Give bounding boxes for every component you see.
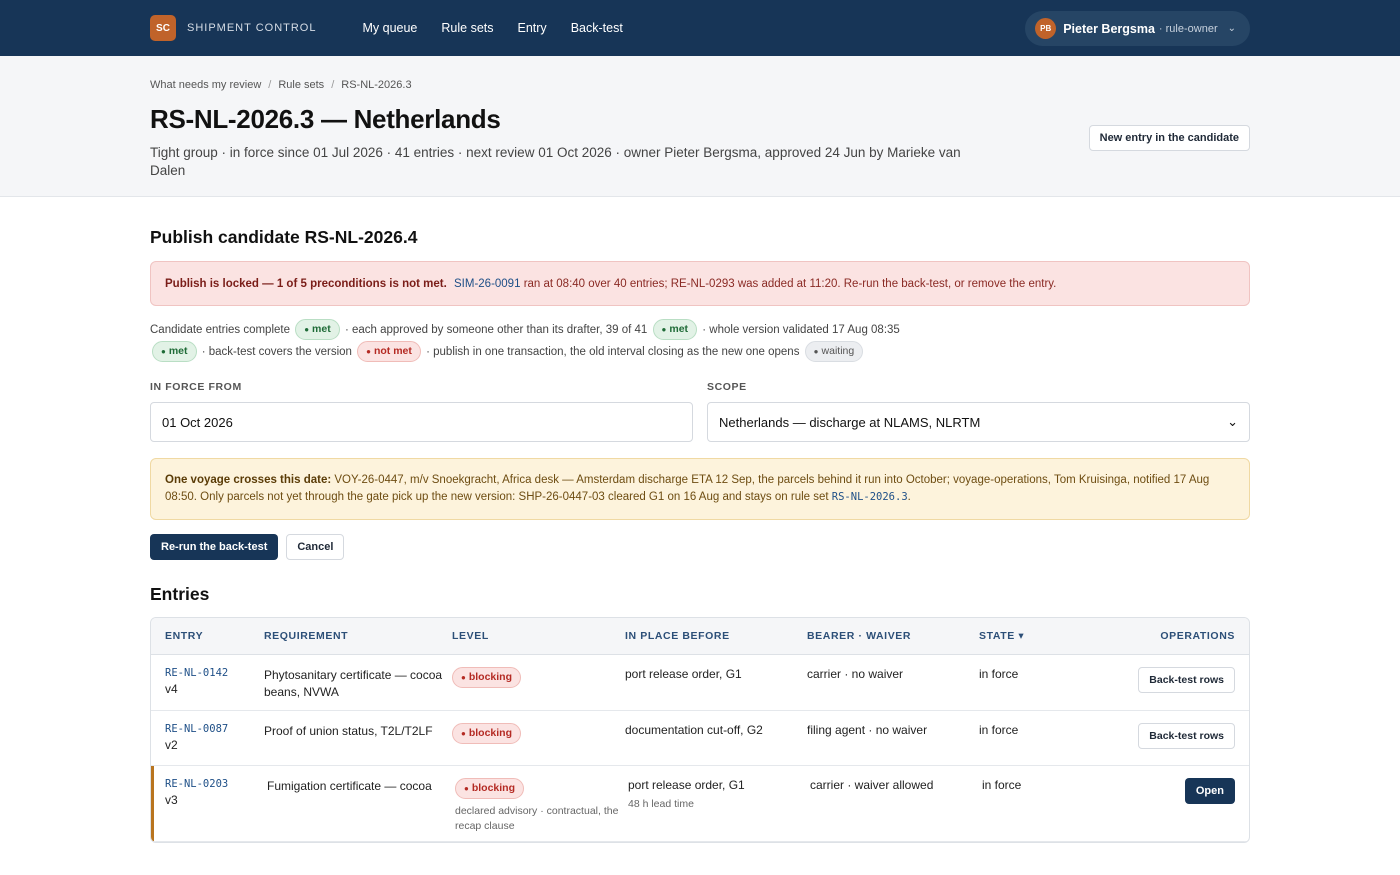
cancel-button[interactable]: Cancel [286, 534, 345, 560]
preconditions: Candidate entries complete ● met · each a… [150, 319, 920, 363]
page-subtitle: Tight group · in force since 01 Jul 2026… [150, 145, 961, 178]
entry-version: v3 [165, 793, 178, 807]
level-note: declared advisory · contractual, the rec… [455, 805, 619, 832]
avatar: PB [1035, 18, 1057, 39]
entry-bearer: carrier · waiver allowed [810, 778, 934, 792]
table-row: RE-NL-0203 v3 Fumigation certificate — co… [151, 766, 1249, 842]
col-state[interactable]: STATE ▾ [979, 630, 1099, 642]
scope-select[interactable]: Netherlands — discharge at NLAMS, NLRTM ⌄ [707, 402, 1250, 442]
col-in-place-before: IN PLACE BEFORE [625, 630, 730, 642]
scope-label: SCOPE [707, 381, 747, 393]
lead-time: 48 h lead time [628, 798, 694, 810]
level-badge: ● blocking [452, 723, 522, 744]
entry-id[interactable]: RE-NL-0203 [165, 778, 267, 790]
status-badge: ● met [152, 341, 197, 363]
col-bearer-waiver: BEARER · WAIVER [807, 630, 912, 642]
form-actions: Re-run the back-test Cancel [150, 534, 1250, 560]
entry-state: in force [979, 723, 1019, 737]
entry-before: port release order, G1 [625, 667, 742, 681]
in-force-label: IN FORCE FROM [150, 381, 242, 393]
status-badge: ● met [295, 319, 340, 341]
breadcrumb-separator: / [268, 79, 272, 91]
level-badge: ● blocking [452, 667, 522, 688]
precondition-transaction: · publish in one transaction, the old in… [426, 346, 800, 358]
alert-title: Publish is locked — 1 of 5 preconditions… [165, 277, 447, 290]
precondition-approved: · each approved by someone other than it… [344, 324, 648, 336]
app-logo: SC [150, 15, 176, 41]
warning-title: One voyage crosses this date: [165, 474, 332, 486]
open-button[interactable]: Open [1184, 778, 1235, 804]
nav-back-test[interactable]: Back-test [571, 21, 623, 35]
entry-id[interactable]: RE-NL-0142 [165, 667, 264, 679]
col-requirement: REQUIREMENT [264, 630, 349, 642]
rerun-back-test-button[interactable]: Re-run the back-test [150, 534, 279, 560]
simulation-link[interactable]: SIM-26-0091 [454, 278, 520, 290]
breadcrumb-rule-sets[interactable]: Rule sets [278, 79, 324, 91]
breadcrumb: What needs my review / Rule sets / RS-NL… [150, 79, 1250, 91]
entry-version: v4 [165, 682, 178, 696]
chevron-down-icon: ⌄ [1227, 414, 1238, 429]
entry-bearer: carrier · no waiver [807, 667, 904, 681]
status-badge: ● not met [357, 341, 421, 363]
main-content: Publish candidate RS-NL-2026.4 Publish i… [0, 227, 1400, 843]
page-header: What needs my review / Rule sets / RS-NL… [0, 56, 1400, 197]
entry-id[interactable]: RE-NL-0087 [165, 723, 264, 735]
entry-state: in force [982, 778, 1022, 792]
entry-before: port release order, G1 [628, 778, 745, 792]
entry-before: documentation cut-off, G2 [625, 723, 763, 737]
alert-text: ran at 08:40 over 40 entries; RE-NL-0293… [523, 277, 1057, 290]
in-force-input[interactable]: 01 Oct 2026 [150, 402, 693, 442]
entry-requirement: Fumigation certificate — cocoa [267, 779, 432, 793]
publish-heading: Publish candidate RS-NL-2026.4 [150, 227, 418, 247]
page-title: RS-NL-2026.3 — Netherlands [150, 104, 501, 134]
entry-state: in force [979, 667, 1019, 681]
col-level: LEVEL [452, 630, 489, 642]
publish-locked-alert: Publish is locked — 1 of 5 preconditions… [150, 261, 1250, 306]
voyage-warning: One voyage crosses this date: VOY-26-044… [150, 458, 1250, 520]
new-entry-button[interactable]: New entry in the candidate [1088, 125, 1250, 151]
precondition-back-test: · back-test covers the version [201, 346, 352, 358]
entries-table: ENTRY REQUIREMENT LEVEL IN PLACE BEFORE … [150, 617, 1250, 843]
entry-requirement: Phytosanitary certificate — cocoa beans,… [264, 668, 443, 699]
scope-field-group: SCOPE Netherlands — discharge at NLAMS, … [707, 381, 1250, 442]
chevron-down-icon: ⌄ [1227, 23, 1236, 34]
col-entry: ENTRY [165, 630, 204, 642]
table-row: RE-NL-0142 v4 Phytosanitary certificate —… [151, 655, 1249, 711]
status-badge: ● waiting [804, 341, 864, 363]
precondition-validated: · whole version validated 17 Aug 08:35 [702, 324, 900, 336]
user-menu[interactable]: PB Pieter Bergsma · rule-owner ⌄ [1025, 11, 1250, 46]
entry-bearer: filing agent · no waiver [807, 723, 928, 737]
breadcrumb-separator: / [331, 79, 335, 91]
user-role: · rule-owner [1158, 22, 1218, 35]
user-name: Pieter Bergsma [1063, 21, 1155, 36]
col-operations: OPERATIONS [1160, 630, 1235, 642]
table-row: RE-NL-0087 v2 Proof of union status, T2L/… [151, 711, 1249, 766]
entries-heading: Entries [150, 584, 210, 604]
nav-entry[interactable]: Entry [518, 21, 547, 35]
back-test-rows-button[interactable]: Back-test rows [1138, 667, 1235, 693]
main-nav: My queue Rule sets Entry Back-test [362, 21, 646, 35]
brand-name: SHIPMENT CONTROL [187, 22, 317, 34]
entry-requirement: Proof of union status, T2L/T2LF [264, 724, 433, 738]
in-force-field-group: IN FORCE FROM 01 Oct 2026 [150, 381, 693, 442]
nav-my-queue[interactable]: My queue [362, 21, 417, 35]
back-test-rows-button[interactable]: Back-test rows [1138, 723, 1235, 749]
rule-set-code: RS-NL-2026.3 [831, 491, 908, 503]
sort-desc-icon: ▾ [1018, 630, 1025, 642]
breadcrumb-current: RS-NL-2026.3 [341, 79, 412, 91]
top-bar: SC SHIPMENT CONTROL My queue Rule sets E… [0, 0, 1400, 56]
entry-version: v2 [165, 738, 178, 752]
publish-form: IN FORCE FROM 01 Oct 2026 SCOPE Netherla… [150, 381, 1250, 442]
nav-rule-sets[interactable]: Rule sets [441, 21, 493, 35]
table-header: ENTRY REQUIREMENT LEVEL IN PLACE BEFORE … [151, 618, 1249, 655]
breadcrumb-review[interactable]: What needs my review [150, 79, 261, 91]
level-badge: ● blocking [455, 778, 525, 799]
status-badge: ● met [652, 319, 698, 341]
precondition-entries-complete: Candidate entries complete [150, 324, 290, 336]
